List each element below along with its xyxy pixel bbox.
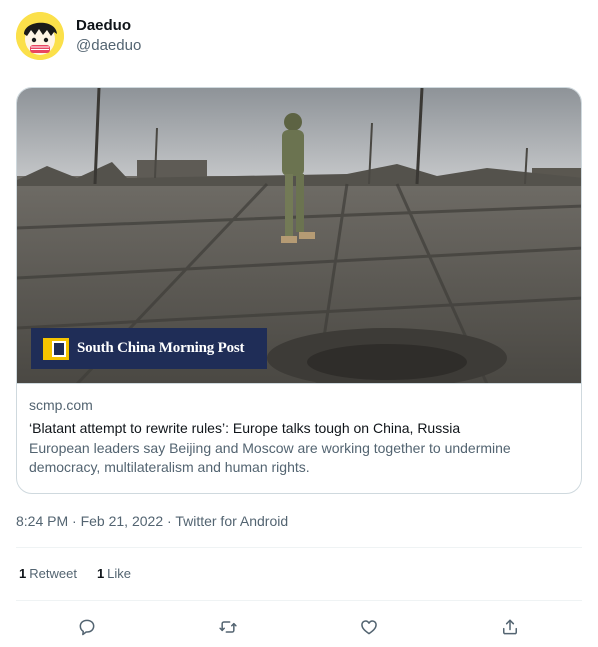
cartoon-avatar-icon [16, 12, 64, 60]
likes-stat[interactable]: 1 Like [97, 564, 131, 584]
card-domain: scmp.com [29, 397, 93, 413]
scmp-logo-icon [43, 337, 69, 360]
retweets-count: 1 [19, 566, 27, 581]
brand-name: South China Morning Post [77, 340, 245, 356]
divider [16, 547, 582, 548]
tweet-time[interactable]: 8:24 PM [16, 513, 68, 529]
brand-banner: South China Morning Post [31, 328, 267, 369]
heart-icon [361, 620, 377, 635]
avatar[interactable] [16, 12, 64, 60]
meta-separator: · [163, 513, 176, 529]
card-description: European leaders say Beijing and Moscow … [29, 440, 511, 475]
likes-count: 1 [96, 566, 105, 581]
share-icon [503, 619, 517, 635]
retweets-label: Retweet [29, 566, 77, 581]
reply-button[interactable] [70, 610, 104, 644]
display-name[interactable]: Daeduo [76, 16, 141, 36]
link-preview-card[interactable]: South China Morning Post scmp.com ‘Blata… [16, 87, 582, 494]
card-title: ‘Blatant attempt to rewrite rules’: Euro… [29, 420, 461, 436]
retweet-icon [219, 621, 237, 633]
card-body: scmp.com ‘Blatant attempt to rewrite rul… [17, 384, 581, 477]
reply-icon [79, 619, 95, 636]
tweet-meta: 8:24 PM · Feb 21, 2022 · Twitter for And… [16, 511, 288, 531]
card-image[interactable]: South China Morning Post [17, 88, 581, 384]
action-bar [16, 606, 582, 642]
share-button[interactable] [493, 610, 527, 644]
tweet-stats: 1 Retweet 1 Like [19, 564, 151, 584]
retweet-button[interactable] [211, 610, 245, 644]
like-button[interactable] [352, 610, 386, 644]
divider [16, 600, 582, 601]
tweet-date[interactable]: Feb 21, 2022 [81, 513, 164, 529]
user-handle[interactable]: @daeduo [76, 36, 141, 56]
retweets-stat[interactable]: 1 Retweet [19, 564, 77, 584]
meta-separator: · [68, 513, 81, 529]
tweet-source[interactable]: Twitter for Android [175, 513, 288, 529]
likes-label: Like [107, 566, 132, 581]
tweet-header: Daeduo @daeduo [16, 12, 141, 60]
